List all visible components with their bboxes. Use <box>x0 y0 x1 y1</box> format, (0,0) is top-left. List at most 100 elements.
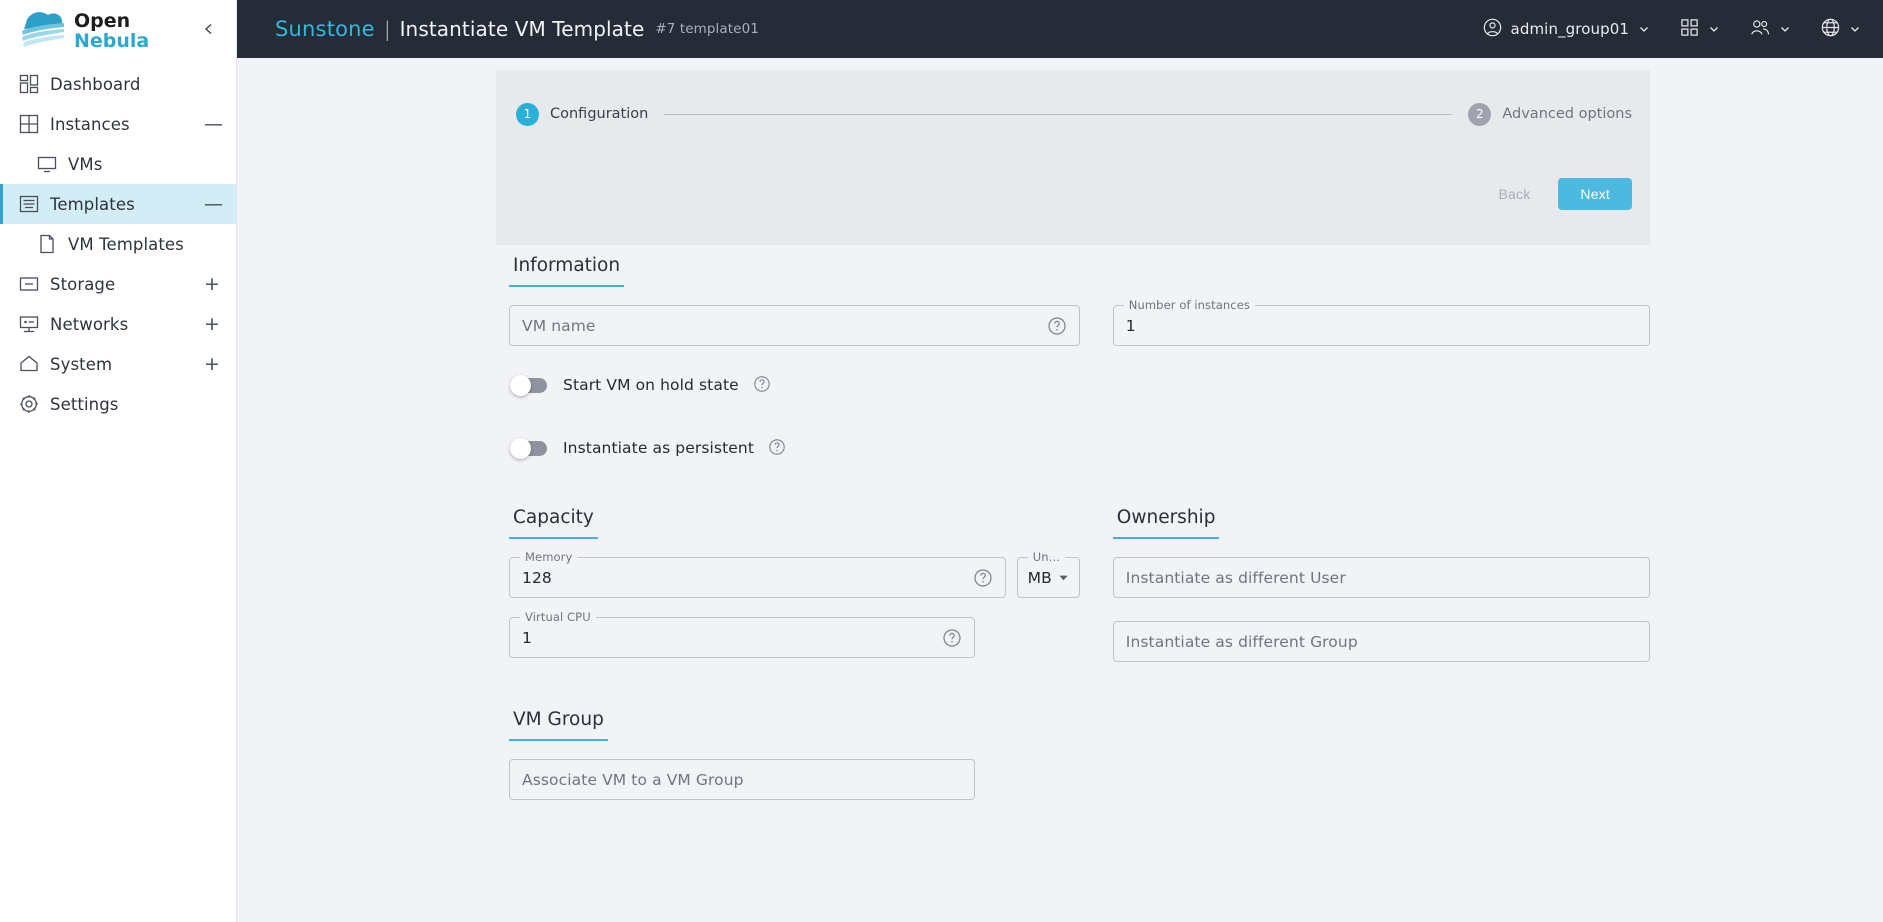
sidebar-header: Open Nebula <box>0 0 236 58</box>
chevron-down-icon <box>1849 20 1861 39</box>
content-area: 1 Configuration 2 Advanced options Back … <box>237 58 1883 922</box>
step-number-badge: 1 <box>516 102 539 126</box>
toggle-knob <box>510 374 531 396</box>
storage-icon <box>8 274 50 294</box>
sidebar-item-label: System <box>50 354 113 374</box>
page-subtitle: #7 template01 <box>655 21 759 37</box>
help-circle-icon[interactable] <box>942 628 962 648</box>
apps-grid-icon <box>1680 18 1699 41</box>
user-circle-icon <box>1483 18 1502 41</box>
sidebar: Open Nebula Dashboard Instances — VMs Te… <box>0 0 237 922</box>
number-of-instances-input[interactable]: Number of instances 1 <box>1112 298 1650 346</box>
sidebar-item-label: Storage <box>50 274 116 294</box>
section-title-information: Information <box>509 255 625 287</box>
section-title-capacity: Capacity <box>509 507 598 539</box>
vm-name-placeholder: VM name <box>522 316 596 335</box>
app-brand: Sunstone <box>275 17 375 41</box>
capacity-ownership-titles-row: Capacity Ownership <box>496 507 1650 539</box>
sidebar-item-vms[interactable]: VMs <box>0 144 236 184</box>
vm-group-select[interactable]: Associate VM to a VM Group <box>509 759 975 800</box>
field-legend: Un… <box>1027 550 1066 564</box>
capacity-column: Memory 128 Un… MB Virtual CPU 1 <box>509 550 1080 662</box>
opennebula-logo: Open Nebula <box>18 7 155 51</box>
capacity-ownership-fields-row: Memory 128 Un… MB Virtual CPU 1 Instanti… <box>496 550 1650 662</box>
sidebar-item-vm-templates[interactable]: VM Templates <box>0 224 236 264</box>
help-circle-icon[interactable] <box>753 375 773 395</box>
sidebar-collapse-expander-instances[interactable]: — <box>204 114 223 134</box>
sidebar-item-templates[interactable]: Templates — <box>0 184 236 224</box>
globe-icon <box>1821 18 1840 41</box>
configuration-form: Information VM name Number of instances … <box>496 245 1650 800</box>
field-legend: Memory <box>520 550 578 564</box>
step-configuration[interactable]: 1 Configuration <box>516 102 649 126</box>
app-root: Open Nebula Dashboard Instances — VMs Te… <box>0 0 1883 922</box>
sidebar-item-label: Instances <box>50 114 130 134</box>
network-icon <box>8 314 50 334</box>
section-title-ownership: Ownership <box>1112 507 1220 539</box>
vm-group-column: Associate VM to a VM Group <box>509 759 975 800</box>
memory-unit-value: MB <box>1027 568 1052 587</box>
stepper-row: 1 Configuration 2 Advanced options <box>496 96 1650 132</box>
memory-input[interactable]: Memory 128 <box>509 550 1006 598</box>
vm-name-column: VM name <box>509 305 1080 346</box>
instantiate-as-user-select[interactable]: Instantiate as different User <box>1112 557 1650 598</box>
start-on-hold-toggle[interactable] <box>510 374 547 396</box>
instances-grid-icon <box>8 114 50 134</box>
sidebar-item-instances[interactable]: Instances — <box>0 104 236 144</box>
sidebar-item-settings[interactable]: Settings <box>0 384 236 424</box>
gear-icon <box>8 394 50 414</box>
help-circle-icon[interactable] <box>1047 316 1067 336</box>
apps-menu[interactable] <box>1680 18 1720 41</box>
topbar: Sunstone | Instantiate VM Template #7 te… <box>237 0 1883 58</box>
sidebar-expand-networks[interactable]: + <box>204 314 220 334</box>
sidebar-item-dashboard[interactable]: Dashboard <box>0 64 236 104</box>
help-circle-icon[interactable] <box>768 438 788 458</box>
instantiate-as-group-select[interactable]: Instantiate as different Group <box>1112 621 1650 662</box>
templates-icon <box>8 194 50 214</box>
information-fields-row: VM name Number of instances 1 <box>496 298 1650 346</box>
sidebar-expand-system[interactable]: + <box>204 354 220 374</box>
monitor-icon <box>26 154 68 174</box>
sidebar-collapse-expander-templates[interactable]: — <box>204 194 223 214</box>
step-advanced-options[interactable]: 2 Advanced options <box>1468 102 1632 126</box>
ownership-column: Instantiate as different User Instantiat… <box>1112 557 1650 662</box>
vm-group-fields-row: Associate VM to a VM Group <box>496 759 1650 800</box>
sidebar-item-label: Dashboard <box>50 74 141 94</box>
sidebar-item-storage[interactable]: Storage + <box>0 264 236 304</box>
dashboard-icon <box>8 74 50 94</box>
sidebar-collapse-button[interactable] <box>196 16 222 42</box>
instantiate-persistent-toggle[interactable] <box>510 437 547 459</box>
memory-row: Memory 128 Un… MB <box>509 550 1080 598</box>
user-menu-label: admin_group01 <box>1510 20 1629 38</box>
main-area: Sunstone | Instantiate VM Template #7 te… <box>237 0 1883 922</box>
sidebar-nav: Dashboard Instances — VMs Templates — VM… <box>0 58 236 424</box>
sidebar-expand-storage[interactable]: + <box>204 274 220 294</box>
page-title: Instantiate VM Template <box>399 17 645 41</box>
wizard-actions: Back Next <box>496 178 1650 210</box>
help-circle-icon[interactable] <box>973 568 993 588</box>
back-button[interactable]: Back <box>1484 179 1544 209</box>
next-button[interactable]: Next <box>1558 178 1632 210</box>
instantiate-as-group-placeholder: Instantiate as different Group <box>1125 632 1358 651</box>
vm-group-placeholder: Associate VM to a VM Group <box>522 770 744 789</box>
number-of-instances-value: 1 <box>1125 316 1136 335</box>
step-label: Configuration <box>550 106 649 122</box>
user-menu[interactable]: admin_group01 <box>1483 18 1650 41</box>
group-menu[interactable] <box>1750 18 1791 41</box>
sidebar-item-label: Networks <box>50 314 129 334</box>
wizard-stepper-panel: 1 Configuration 2 Advanced options Back … <box>496 70 1650 245</box>
sidebar-item-system[interactable]: System + <box>0 344 236 384</box>
toggles-group: Start VM on hold state Instantiate as pe… <box>509 368 1650 465</box>
sidebar-item-label: Templates <box>50 194 135 214</box>
sidebar-item-label: VMs <box>68 154 103 174</box>
step-connector-line <box>664 113 1453 115</box>
vm-name-input[interactable]: VM name <box>509 305 1080 346</box>
virtual-cpu-value: 1 <box>522 628 532 647</box>
start-on-hold-row: Start VM on hold state <box>509 368 1650 402</box>
virtual-cpu-input[interactable]: Virtual CPU 1 <box>509 610 975 658</box>
start-on-hold-label: Start VM on hold state <box>563 376 739 394</box>
sidebar-item-networks[interactable]: Networks + <box>0 304 236 344</box>
chevron-down-icon <box>1779 20 1791 39</box>
language-menu[interactable] <box>1821 18 1861 41</box>
memory-unit-select[interactable]: Un… MB <box>1016 550 1080 598</box>
